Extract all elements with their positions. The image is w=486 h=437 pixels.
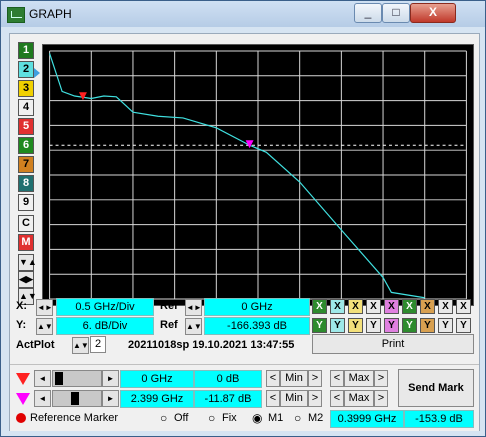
y-trace-button[interactable]: Y [384, 318, 399, 333]
m2-frequency: 2.399 GHz [120, 390, 194, 408]
m1-max-left[interactable]: < [330, 370, 344, 387]
x-trace-button[interactable]: X [420, 299, 435, 314]
graph-client: 1 2 3 4 5 6 7 8 9 C M ▼▲ ◀▶ ▲▼ X: ◄► 0.5… [9, 33, 480, 431]
graph-window: GRAPH _ □ X 1 2 3 4 5 6 7 8 9 C M ▼▲ ◀▶ … [0, 0, 486, 437]
m1-level: 0 dB [194, 370, 262, 388]
ref-x-spinner[interactable]: ◄► [185, 299, 202, 316]
x-trace-button[interactable]: X [312, 299, 327, 314]
m2-min-button[interactable]: Min [280, 390, 308, 407]
m2-radio[interactable]: ○ [294, 411, 301, 425]
x-trace-button[interactable]: X [330, 299, 345, 314]
series-line [49, 53, 425, 299]
y-scale-value: 6. dB/Div [56, 317, 154, 335]
y-trace-button[interactable]: Y [438, 318, 453, 333]
x-trace-button[interactable]: X [384, 299, 399, 314]
m1-slider-thumb[interactable] [55, 372, 63, 385]
y-trace-button[interactable]: Y [366, 318, 381, 333]
trace-button-c[interactable]: C [18, 215, 34, 232]
ref-x-value: 0 GHz [204, 298, 310, 316]
marker-panel: ◄ ► 0 GHz 0 dB < Min > < Max > ◄ ► 2.399… [10, 364, 479, 431]
m1-frequency: 0 GHz [120, 370, 194, 388]
x-scale-spinner[interactable]: ◄► [36, 299, 53, 316]
trace-button-6[interactable]: 6 [18, 137, 34, 154]
title-bar: GRAPH _ □ X [1, 1, 485, 27]
scroll-down-button[interactable]: ▼▲ [18, 254, 37, 271]
y-trace-button[interactable]: Y [348, 318, 363, 333]
m2-step-right-button[interactable]: ► [102, 390, 119, 407]
m2-max-button[interactable]: Max [344, 390, 374, 407]
x-axis-label: X: [16, 300, 27, 312]
trace-button-8[interactable]: 8 [18, 175, 34, 192]
y-trace-button[interactable]: Y [420, 318, 435, 333]
off-radio[interactable]: ○ [160, 411, 167, 425]
m1-min-button[interactable]: Min [280, 370, 308, 387]
print-button[interactable]: Print [312, 334, 474, 354]
x-trace-button[interactable]: X [366, 299, 381, 314]
send-mark-button[interactable]: Send Mark [398, 369, 474, 407]
y-trace-button[interactable]: Y [330, 318, 345, 333]
m1-max-right[interactable]: > [374, 370, 388, 387]
trace-button-m[interactable]: M [18, 234, 34, 251]
m1-step-right-button[interactable]: ► [102, 370, 119, 387]
x-scale-value: 0.5 GHz/Div [56, 298, 154, 316]
m2-max-left[interactable]: < [330, 390, 344, 407]
m1-min-left[interactable]: < [266, 370, 280, 387]
reference-marker-label: Reference Marker [30, 412, 119, 424]
actplot-label: ActPlot [16, 339, 55, 351]
ref-marker-level: -153.9 dB [404, 410, 474, 428]
m1-max-button[interactable]: Max [344, 370, 374, 387]
y-trace-button[interactable]: Y [456, 318, 471, 333]
actplot-value[interactable]: 2 [90, 336, 106, 353]
m1-radio[interactable]: ◉ [252, 411, 262, 425]
close-button[interactable]: X [410, 3, 456, 23]
m2-level: -11.87 dB [194, 390, 262, 408]
y-trace-button[interactable]: Y [402, 318, 417, 333]
m1-slider[interactable] [52, 370, 102, 387]
y-axis-label: Y: [16, 319, 27, 331]
m2-slider[interactable] [52, 390, 102, 407]
trace-button-4[interactable]: 4 [18, 99, 34, 116]
app-icon [7, 7, 25, 23]
maximize-button[interactable]: □ [382, 3, 410, 23]
y-scale-spinner[interactable]: ▲▼ [36, 318, 53, 335]
window-title: GRAPH [29, 7, 72, 21]
ref-marker-frequency: 0.3999 GHz [330, 410, 404, 428]
ref-y-spinner[interactable]: ▲▼ [185, 318, 202, 335]
trace-button-5[interactable]: 5 [18, 118, 34, 135]
marker2-triangle-icon [16, 393, 30, 405]
x-trace-button[interactable]: X [456, 299, 471, 314]
x-trace-button[interactable]: X [402, 299, 417, 314]
scroll-left-button[interactable]: ◀▶ [18, 271, 34, 288]
m2-min-left[interactable]: < [266, 390, 280, 407]
y-trace-button[interactable]: Y [312, 318, 327, 333]
fix-label: Fix [222, 412, 237, 424]
plot-area[interactable] [42, 44, 474, 306]
m2-radio-label: M2 [308, 412, 324, 424]
m2-step-left-button[interactable]: ◄ [34, 390, 51, 407]
actplot-spinner[interactable]: ▲▼ [72, 337, 89, 354]
m2-min-right[interactable]: > [308, 390, 322, 407]
fix-radio[interactable]: ○ [208, 411, 215, 425]
file-info: 20211018sp 19.10.2021 13:47:55 [128, 339, 295, 351]
m1-min-right[interactable]: > [308, 370, 322, 387]
trace-button-3[interactable]: 3 [18, 80, 34, 97]
x-trace-button[interactable]: X [348, 299, 363, 314]
ref-x-label: Ref [160, 300, 178, 312]
m1-step-left-button[interactable]: ◄ [34, 370, 51, 387]
marker1-triangle-icon [16, 373, 30, 385]
trace-button-1[interactable]: 1 [18, 42, 34, 59]
trace-button-2[interactable]: 2 [18, 61, 34, 78]
m2-slider-thumb[interactable] [71, 392, 79, 405]
off-label: Off [174, 412, 189, 424]
reference-marker-icon [16, 413, 26, 423]
ref-y-value: -166.393 dB [204, 317, 310, 335]
x-trace-button[interactable]: X [438, 299, 453, 314]
minimize-button[interactable]: _ [354, 3, 382, 23]
trace-button-9[interactable]: 9 [18, 194, 34, 211]
ref-y-label: Ref [160, 319, 178, 331]
trace-button-7[interactable]: 7 [18, 156, 34, 173]
m2-max-right[interactable]: > [374, 390, 388, 407]
ref-level-indicator [34, 68, 40, 78]
m1-radio-label: M1 [268, 412, 284, 424]
